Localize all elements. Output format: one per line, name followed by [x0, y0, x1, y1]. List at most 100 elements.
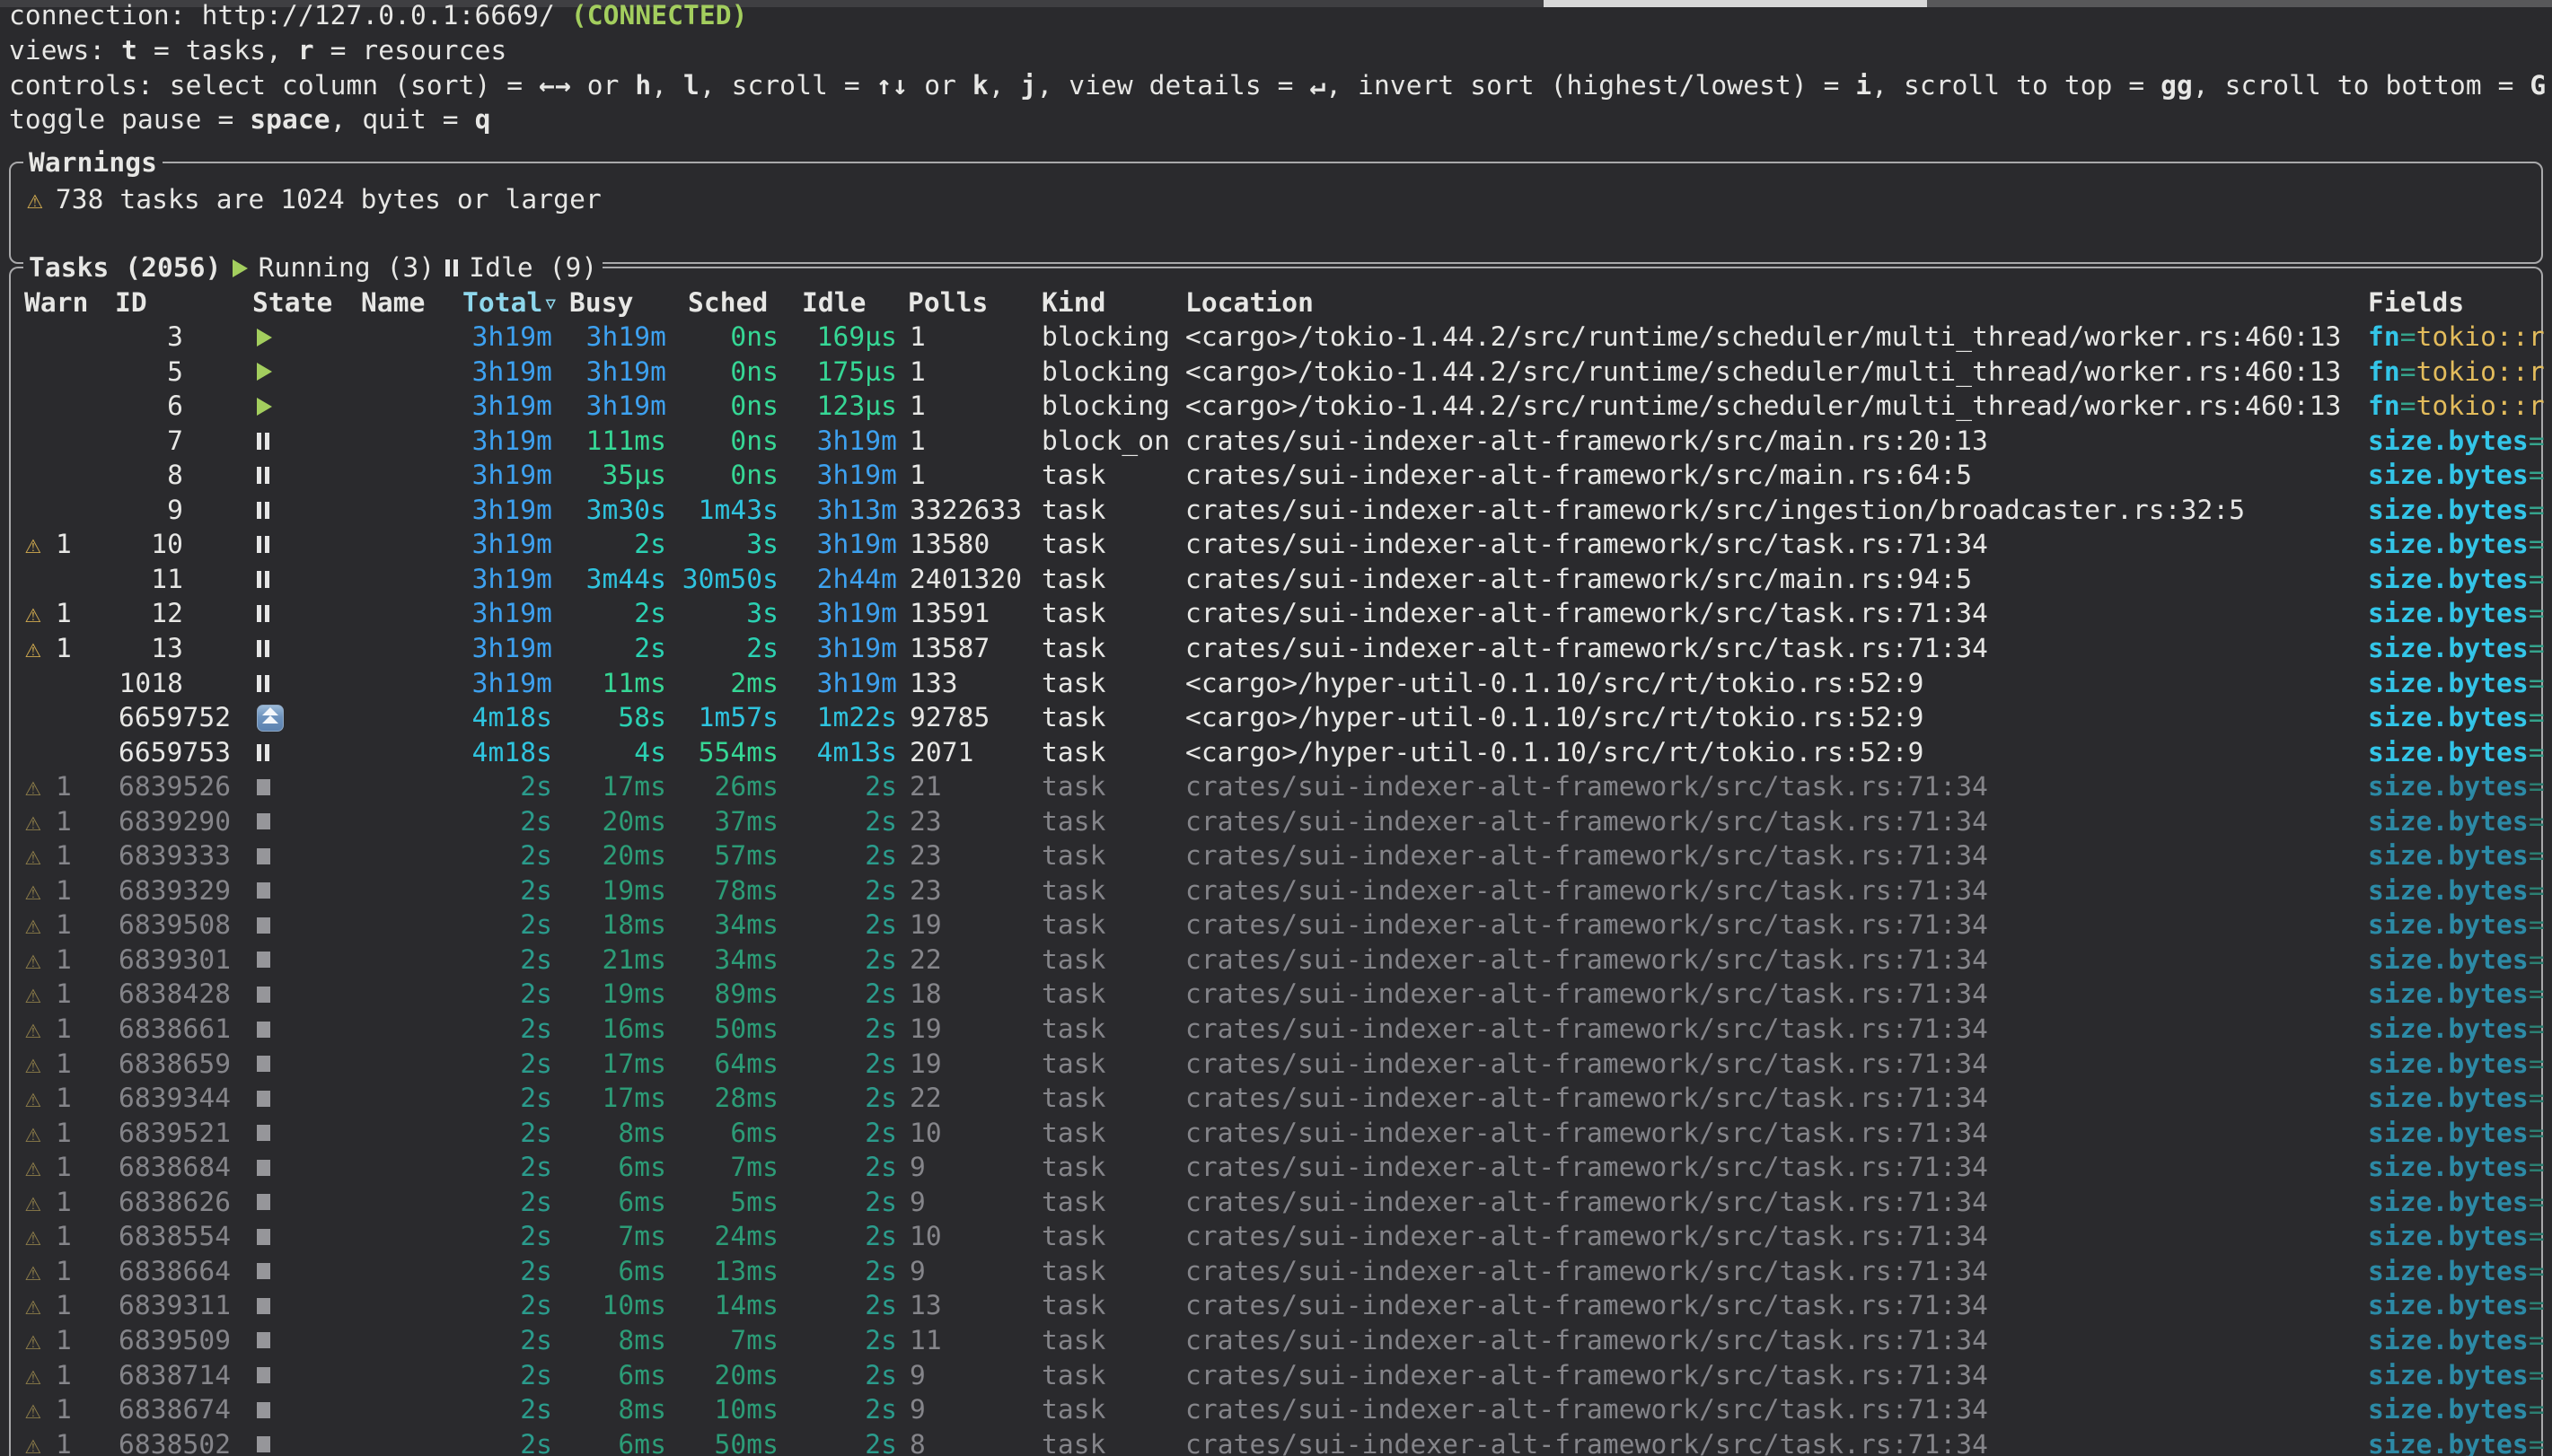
- task-row[interactable]: ⚠168393292s19ms78ms2s23taskcrates/sui-in…: [0, 873, 2552, 908]
- task-row[interactable]: 83h19m35µs0ns3h19m1taskcrates/sui-indexe…: [0, 458, 2552, 493]
- task-id: 9: [119, 493, 183, 528]
- column-header-warn[interactable]: Warn: [24, 285, 89, 320]
- text-segment: = tasks,: [137, 35, 298, 66]
- task-location: crates/sui-indexer-alt-framework/src/tas…: [1185, 908, 1988, 943]
- task-fields: size.bytes=: [2368, 424, 2545, 459]
- task-row[interactable]: ⚠168395092s8ms7ms2s11taskcrates/sui-inde…: [0, 1323, 2552, 1358]
- column-header-total[interactable]: Total▿: [462, 285, 559, 320]
- task-row[interactable]: ⚠168385542s7ms24ms2s10taskcrates/sui-ind…: [0, 1219, 2552, 1254]
- column-header-label: Idle: [802, 287, 867, 318]
- task-row[interactable]: ⚠1123h19m2s3s3h19m13591taskcrates/sui-in…: [0, 596, 2552, 631]
- task-idle-duration: 2s: [785, 804, 897, 839]
- task-row[interactable]: ⚠168386612s16ms50ms2s19taskcrates/sui-in…: [0, 1012, 2552, 1047]
- task-row[interactable]: 63h19m3h19m0ns123µs1blocking<cargo>/toki…: [0, 389, 2552, 424]
- column-header-sched[interactable]: Sched: [688, 285, 768, 320]
- field-name: size.bytes: [2368, 1256, 2529, 1286]
- column-header-name[interactable]: Name: [361, 285, 426, 320]
- task-total-duration: 2s: [440, 1288, 552, 1323]
- warn-count: 1: [56, 527, 72, 562]
- task-location: crates/sui-indexer-alt-framework/src/tas…: [1185, 804, 1988, 839]
- task-row[interactable]: ⚠168384282s19ms89ms2s18taskcrates/sui-in…: [0, 977, 2552, 1012]
- task-kind: task: [1042, 873, 1106, 908]
- task-total-duration: 2s: [440, 769, 552, 804]
- task-sched-duration: 50ms: [666, 1012, 779, 1047]
- task-polls: 13: [910, 1288, 942, 1323]
- task-row[interactable]: ⚠168393012s21ms34ms2s22taskcrates/sui-in…: [0, 943, 2552, 978]
- task-kind: task: [1042, 943, 1106, 978]
- task-row[interactable]: ⚠168386742s8ms10ms2s9taskcrates/sui-inde…: [0, 1392, 2552, 1427]
- task-kind: task: [1042, 1047, 1106, 1082]
- task-row[interactable]: ⚠168395262s17ms26ms2s21taskcrates/sui-in…: [0, 769, 2552, 804]
- column-header-location[interactable]: Location: [1185, 285, 1314, 320]
- field-separator: =: [2529, 564, 2545, 594]
- task-id: 6659752: [119, 700, 183, 735]
- task-row[interactable]: 66597524m18s58s1m57s1m22s92785task<cargo…: [0, 700, 2552, 735]
- column-header-kind[interactable]: Kind: [1042, 285, 1106, 320]
- task-row[interactable]: 33h19m3h19m0ns169µs1blocking<cargo>/toki…: [0, 320, 2552, 355]
- task-row[interactable]: ⚠168386642s6ms13ms2s9taskcrates/sui-inde…: [0, 1254, 2552, 1289]
- task-row[interactable]: ⚠168387142s6ms20ms2s9taskcrates/sui-inde…: [0, 1358, 2552, 1393]
- task-total-duration: 2s: [440, 977, 552, 1012]
- task-row[interactable]: ⚠168392902s20ms37ms2s23taskcrates/sui-in…: [0, 804, 2552, 839]
- text-segment: t: [121, 35, 137, 66]
- task-row[interactable]: ⚠1133h19m2s2s3h19m13587taskcrates/sui-in…: [0, 631, 2552, 666]
- task-polls: 9: [910, 1358, 926, 1393]
- task-row[interactable]: 53h19m3h19m0ns175µs1blocking<cargo>/toki…: [0, 355, 2552, 390]
- column-header-idle[interactable]: Idle: [802, 285, 867, 320]
- column-header-polls[interactable]: Polls: [908, 285, 988, 320]
- column-header-state[interactable]: State: [252, 285, 332, 320]
- text-segment: , scroll to top =: [1871, 70, 2160, 101]
- field-separator: =: [2529, 529, 2545, 559]
- task-row[interactable]: ⚠168386262s6ms5ms2s9taskcrates/sui-index…: [0, 1185, 2552, 1220]
- field-separator: =: [2529, 737, 2545, 767]
- idle-state-icon: [257, 571, 261, 588]
- task-idle-duration: 3h19m: [785, 666, 897, 701]
- task-row[interactable]: ⚠168395212s8ms6ms2s10taskcrates/sui-inde…: [0, 1116, 2552, 1151]
- running-state-icon: [257, 398, 272, 416]
- task-polls: 19: [910, 908, 942, 943]
- field-separator: =: [2529, 633, 2545, 663]
- field-name: size.bytes: [2368, 1013, 2529, 1044]
- task-polls: 22: [910, 1081, 942, 1116]
- completed-state-icon: [257, 1091, 270, 1107]
- task-row[interactable]: 66597534m18s4s554ms4m13s2071task<cargo>/…: [0, 735, 2552, 770]
- task-location: <cargo>/hyper-util-0.1.10/src/rt/tokio.r…: [1185, 735, 1924, 770]
- task-row[interactable]: 113h19m3m44s30m50s2h44m2401320taskcrates…: [0, 562, 2552, 597]
- task-row[interactable]: 93h19m3m30s1m43s3h13m3322633taskcrates/s…: [0, 493, 2552, 528]
- task-total-duration: 2s: [440, 1116, 552, 1151]
- column-header-id[interactable]: ID: [115, 285, 147, 320]
- task-row[interactable]: ⚠1103h19m2s3s3h19m13580taskcrates/sui-in…: [0, 527, 2552, 562]
- completed-state-icon: [257, 779, 270, 795]
- field-name: size.bytes: [2368, 1048, 2529, 1079]
- text-segment: , quit =: [330, 104, 475, 135]
- task-polls: 23: [910, 804, 942, 839]
- task-row[interactable]: ⚠168386842s6ms7ms2s9taskcrates/sui-index…: [0, 1150, 2552, 1185]
- text-segment: or: [571, 70, 636, 101]
- task-row[interactable]: ⚠168385022s6ms50ms2s8taskcrates/sui-inde…: [0, 1427, 2552, 1456]
- task-row[interactable]: ⚠168393332s20ms57ms2s23taskcrates/sui-in…: [0, 838, 2552, 873]
- task-row[interactable]: ⚠168386592s17ms64ms2s19taskcrates/sui-in…: [0, 1047, 2552, 1082]
- task-row[interactable]: 10183h19m11ms2ms3h19m133task<cargo>/hype…: [0, 666, 2552, 701]
- column-header-busy[interactable]: Busy: [569, 285, 634, 320]
- completed-state-icon: [257, 813, 270, 829]
- task-id: 6839521: [119, 1116, 183, 1151]
- completed-state-icon: [257, 987, 270, 1003]
- task-row[interactable]: ⚠168393112s10ms14ms2s13taskcrates/sui-in…: [0, 1288, 2552, 1323]
- warn-count: 1: [56, 1254, 72, 1289]
- task-row[interactable]: ⚠168395082s18ms34ms2s19taskcrates/sui-in…: [0, 908, 2552, 943]
- task-row[interactable]: 73h19m111ms0ns3h19m1block_oncrates/sui-i…: [0, 424, 2552, 459]
- task-row[interactable]: ⚠168393442s17ms28ms2s22taskcrates/sui-in…: [0, 1081, 2552, 1116]
- task-state: [257, 1392, 270, 1427]
- warn-count: 1: [56, 977, 72, 1012]
- field-separator: =: [2529, 1083, 2545, 1113]
- field-name: size.bytes: [2368, 633, 2529, 663]
- sort-indicator-icon: ▿: [542, 287, 559, 318]
- warning-icon: ⚠: [25, 596, 41, 631]
- warn-count: 1: [56, 873, 72, 908]
- task-location: crates/sui-indexer-alt-framework/src/mai…: [1185, 562, 1972, 597]
- task-idle-duration: 3h19m: [785, 527, 897, 562]
- completed-state-icon: [257, 952, 270, 968]
- task-state: [257, 873, 270, 908]
- idle-count-label: Idle (9): [469, 250, 597, 285]
- column-header-fields[interactable]: Fields: [2368, 285, 2464, 320]
